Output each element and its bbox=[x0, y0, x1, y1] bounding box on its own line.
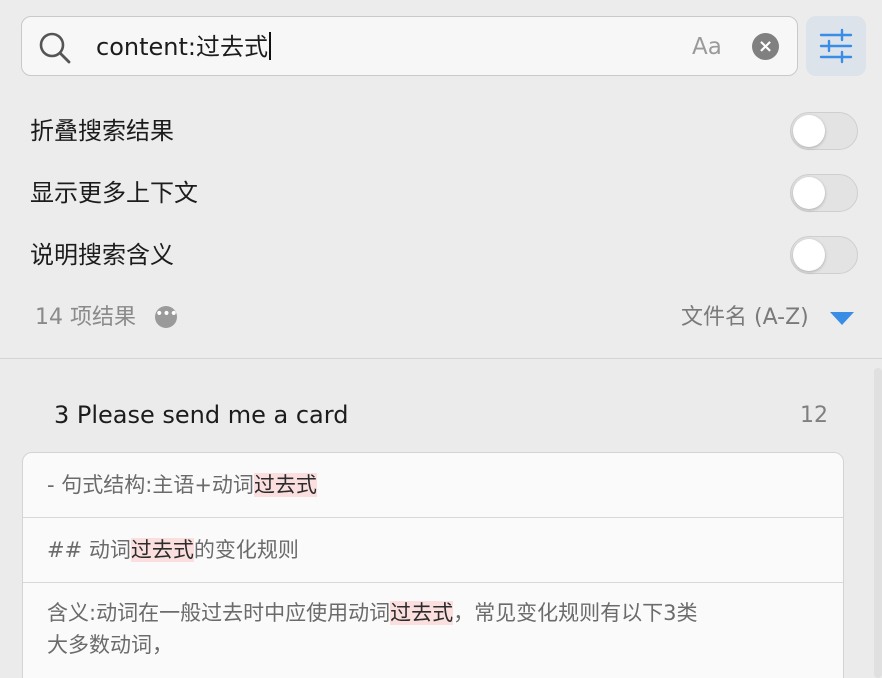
match-highlight: 过去式 bbox=[253, 473, 317, 497]
match-item[interactable]: ## 动词过去式的变化规则 bbox=[23, 518, 843, 583]
option-show-more-context: 显示更多上下文 bbox=[30, 174, 860, 214]
match-item[interactable]: 含义:动词在一般过去时中应使用动词过去式，常见变化规则有以下3类 大多数动词， bbox=[23, 583, 843, 678]
match-text: ## 动词过去式的变化规则 bbox=[47, 538, 299, 562]
match-text-continued: 大多数动词， bbox=[47, 633, 173, 657]
explain-search-toggle[interactable] bbox=[790, 236, 858, 274]
collapse-results-toggle[interactable] bbox=[790, 112, 858, 150]
results-count: 14 项结果 bbox=[35, 305, 136, 330]
toggle-knob bbox=[793, 239, 825, 271]
sliders-icon bbox=[819, 28, 853, 64]
search-icon bbox=[39, 32, 71, 64]
result-file-title[interactable]: 3 Please send me a card bbox=[54, 398, 348, 432]
match-case-toggle[interactable]: Aa bbox=[692, 32, 722, 62]
option-label: 显示更多上下文 bbox=[30, 179, 198, 207]
option-label: 说明搜索含义 bbox=[30, 241, 174, 269]
sort-order-dropdown[interactable]: 文件名 (A-Z) bbox=[681, 302, 809, 334]
text-caret bbox=[268, 32, 271, 60]
match-highlight: 过去式 bbox=[130, 538, 194, 562]
option-collapse-results: 折叠搜索结果 bbox=[30, 112, 860, 152]
results-list: 3 Please send me a card 12 - 句式结构:主语+动词过… bbox=[0, 360, 882, 678]
match-count-badge: 12 bbox=[800, 403, 828, 428]
search-panel: content:过去式 Aa × 折叠搜索结果 显示更多上下文 说明搜索含义 1… bbox=[0, 0, 882, 359]
match-text: - 句式结构:主语+动词过去式 bbox=[47, 473, 317, 497]
match-highlight: 过去式 bbox=[390, 601, 454, 625]
more-options-icon[interactable]: ••• bbox=[155, 306, 178, 328]
match-item[interactable]: - 句式结构:主语+动词过去式 bbox=[23, 453, 843, 518]
scrollbar[interactable] bbox=[874, 368, 882, 678]
chevron-down-icon[interactable] bbox=[830, 312, 854, 325]
search-settings-button[interactable] bbox=[806, 16, 866, 76]
toggle-knob bbox=[793, 177, 825, 209]
option-label: 折叠搜索结果 bbox=[30, 117, 174, 145]
option-explain-search: 说明搜索含义 bbox=[30, 236, 860, 276]
show-more-context-toggle[interactable] bbox=[790, 174, 858, 212]
clear-search-icon[interactable]: × bbox=[752, 33, 779, 60]
search-query[interactable]: content:过去式 bbox=[96, 31, 271, 63]
search-input[interactable]: content:过去式 Aa × bbox=[21, 16, 798, 76]
match-list: - 句式结构:主语+动词过去式 ## 动词过去式的变化规则 含义:动词在一般过去… bbox=[22, 452, 844, 678]
toggle-knob bbox=[793, 115, 825, 147]
match-text: 含义:动词在一般过去时中应使用动词过去式，常见变化规则有以下3类 bbox=[47, 601, 698, 625]
